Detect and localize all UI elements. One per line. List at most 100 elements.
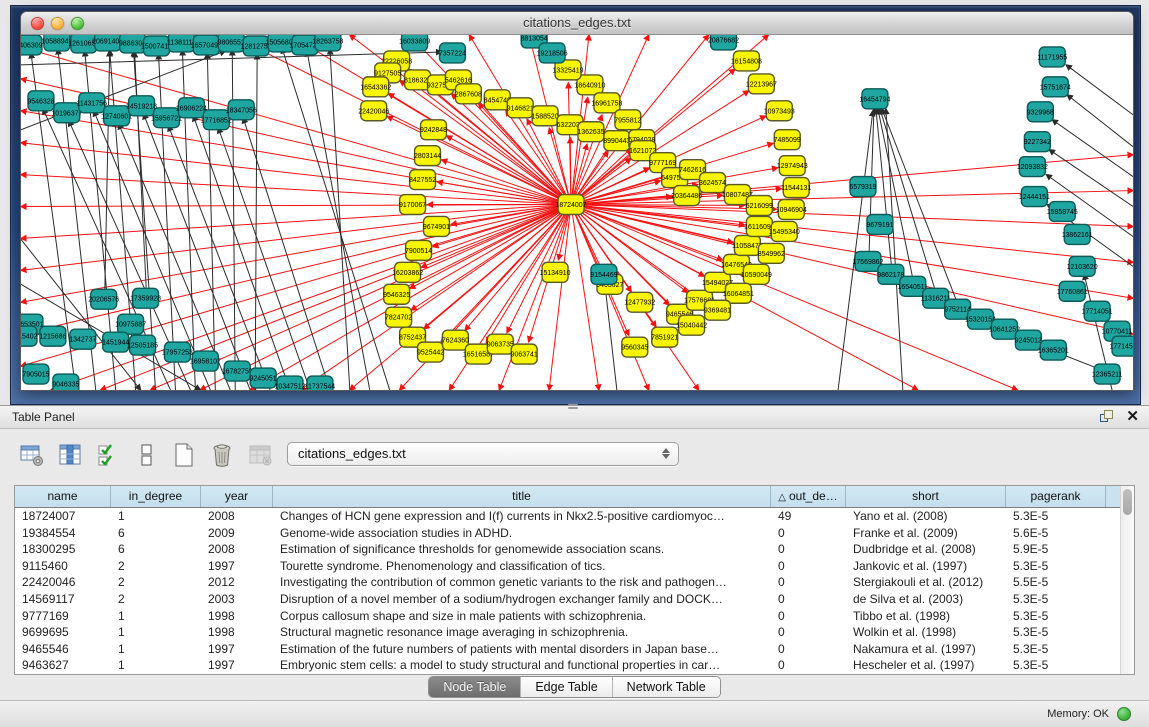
tab-edge-table[interactable]: Edge Table [520, 677, 611, 697]
graph-node[interactable]: 17760861 [1057, 281, 1088, 301]
graph-node[interactable]: 15751874 [1040, 77, 1071, 97]
graph-node[interactable]: 16365201 [1038, 340, 1069, 360]
tab-network-table[interactable]: Network Table [612, 677, 720, 697]
graph-node[interactable]: 16033809 [399, 35, 430, 51]
graph-node[interactable]: 10975887 [115, 314, 146, 334]
new-column-icon[interactable] [168, 439, 200, 471]
unselect-all-icon[interactable] [130, 439, 162, 471]
graph-node[interactable]: 8427552 [409, 170, 436, 190]
graph-node[interactable]: 9227342 [1024, 132, 1051, 152]
graph-node[interactable]: 9329968 [1027, 102, 1054, 122]
table-row[interactable]: 911546021997Tourette syndrome. Phenomeno… [15, 558, 1120, 575]
graph-node[interactable]: 7824702 [385, 307, 412, 327]
graph-node[interactable]: 8549962 [758, 243, 785, 263]
graph-node[interactable]: 15495340 [769, 221, 800, 241]
delete-column-icon[interactable] [206, 439, 238, 471]
column-header-name[interactable]: name [15, 486, 111, 507]
graph-node[interactable]: 16958107 [190, 351, 221, 371]
graph-node[interactable]: 3915402 [21, 326, 38, 346]
table-row[interactable]: 1872400712008Changes of HCN gene express… [15, 508, 1120, 525]
graph-node[interactable]: 15040442 [676, 315, 707, 335]
graph-node[interactable]: 20364486 [671, 186, 702, 206]
graph-node[interactable]: 17359928 [130, 288, 161, 308]
graph-node[interactable]: 17714051 [1082, 301, 1113, 321]
graph-node[interactable]: 9679191 [866, 214, 893, 234]
graph-node[interactable]: 12103620 [1067, 256, 1098, 276]
graph-node[interactable]: 20206576 [88, 289, 119, 309]
graph-node[interactable]: 9525442 [417, 342, 444, 362]
memory-status-indicator[interactable] [1117, 707, 1131, 721]
column-header-in_degree[interactable]: in_degree [111, 486, 201, 507]
graph-node[interactable]: 11737544 [305, 376, 336, 390]
graph-node[interactable]: 9546325 [383, 284, 410, 304]
graph-node[interactable]: 12505185 [127, 335, 158, 355]
graph-node[interactable]: 9170067 [399, 195, 426, 215]
graph-node[interactable]: 12213967 [746, 74, 777, 94]
show-columns-icon[interactable] [54, 439, 86, 471]
citation-network-graph[interactable]: 1872400722226058912750516543362818632893… [21, 35, 1133, 390]
graph-node[interactable]: 7905015 [22, 364, 49, 384]
network-window-titlebar[interactable]: citations_edges.txt [21, 12, 1133, 35]
graph-node[interactable]: 11431756 [77, 93, 108, 113]
graph-node[interactable]: 11544131 [781, 178, 812, 198]
graph-node[interactable]: 10973493 [764, 101, 795, 121]
table-row[interactable]: 969969511998Structural magnetic resonanc… [15, 624, 1120, 641]
graph-node[interactable]: 17957253 [162, 342, 193, 362]
scrollbar-thumb[interactable] [1123, 489, 1132, 515]
graph-node[interactable]: 20876682 [708, 35, 739, 50]
graph-node[interactable]: 10946904 [776, 200, 807, 220]
graph-node[interactable]: 9046335 [52, 374, 79, 390]
graph-node[interactable]: 15958745 [1047, 202, 1078, 222]
graph-node[interactable]: 18347056 [226, 100, 257, 120]
graph-node[interactable]: 9063741 [511, 344, 538, 364]
graph-node[interactable]: 1362635 [577, 122, 604, 142]
graph-node[interactable]: 1451944 [102, 332, 129, 352]
table-row[interactable]: 946362711997Embryonic stem cells: a mode… [15, 657, 1120, 674]
graph-node[interactable]: 12093832 [1017, 157, 1048, 177]
table-row[interactable]: 946554611997Estimation of the future num… [15, 641, 1120, 658]
graph-node[interactable]: 11171955 [1037, 47, 1067, 67]
graph-node[interactable]: 2867608 [455, 84, 482, 104]
column-header-year[interactable]: year [201, 486, 273, 507]
split-drag-handle[interactable] [566, 403, 580, 411]
graph-node[interactable]: 8990443 [603, 131, 630, 151]
graph-node[interactable]: 10590049 [741, 264, 772, 284]
graph-node[interactable]: 16782759 [222, 361, 253, 381]
table-row[interactable]: 2242004622012Investigating the contribut… [15, 574, 1120, 591]
graph-node[interactable]: 7485099 [774, 130, 801, 150]
network-canvas[interactable]: 1872400722226058912750516543362818632893… [21, 35, 1133, 390]
graph-node[interactable]: 14519218 [126, 96, 157, 116]
graph-node[interactable]: 22420046 [358, 101, 389, 121]
table-selector-dropdown[interactable]: citations_edges.txt [287, 442, 679, 466]
graph-node[interactable]: 16154808 [731, 51, 762, 71]
table-row[interactable]: 977716911998Corpus callosum shape and si… [15, 608, 1120, 625]
graph-node[interactable]: 7955812 [614, 110, 641, 130]
graph-node[interactable]: 16906224 [176, 98, 207, 118]
column-header-title[interactable]: title [273, 486, 771, 507]
graph-node[interactable]: 18724007 [556, 195, 587, 215]
graph-node[interactable]: 9245051 [250, 368, 277, 388]
select-all-icon[interactable] [92, 439, 124, 471]
graph-node[interactable]: 2803144 [414, 146, 441, 166]
table-row[interactable]: 1938455462009Genome-wide association stu… [15, 525, 1120, 542]
graph-node[interactable]: 12477932 [624, 292, 655, 312]
graph-node[interactable]: 9242848 [420, 120, 447, 140]
graph-node[interactable]: 9369481 [704, 300, 731, 320]
table-row[interactable]: 1830029562008Estimation of significance … [15, 541, 1120, 558]
graph-node[interactable]: 6216099 [746, 196, 773, 216]
graph-node[interactable]: 19218506 [537, 43, 568, 63]
graph-node[interactable]: 16454794 [859, 89, 890, 109]
graph-node[interactable]: 12365211 [1092, 364, 1123, 384]
graph-node[interactable]: 18263758 [312, 35, 343, 51]
close-panel-icon[interactable]: ✕ [1126, 408, 1139, 426]
graph-node[interactable]: 16543362 [360, 77, 391, 97]
graph-node[interactable]: 9406309 [21, 35, 43, 55]
delete-table-icon[interactable] [244, 439, 276, 471]
graph-node[interactable]: 13862161 [1062, 224, 1093, 244]
graph-node[interactable]: 9146821 [507, 98, 534, 118]
graph-node[interactable]: 10347512 [275, 376, 306, 390]
graph-node[interactable]: 7357224 [439, 43, 466, 63]
graph-node[interactable]: 7900514 [405, 240, 432, 260]
graph-node[interactable]: 7851921 [651, 327, 678, 347]
graph-node[interactable]: 3624574 [699, 173, 726, 193]
